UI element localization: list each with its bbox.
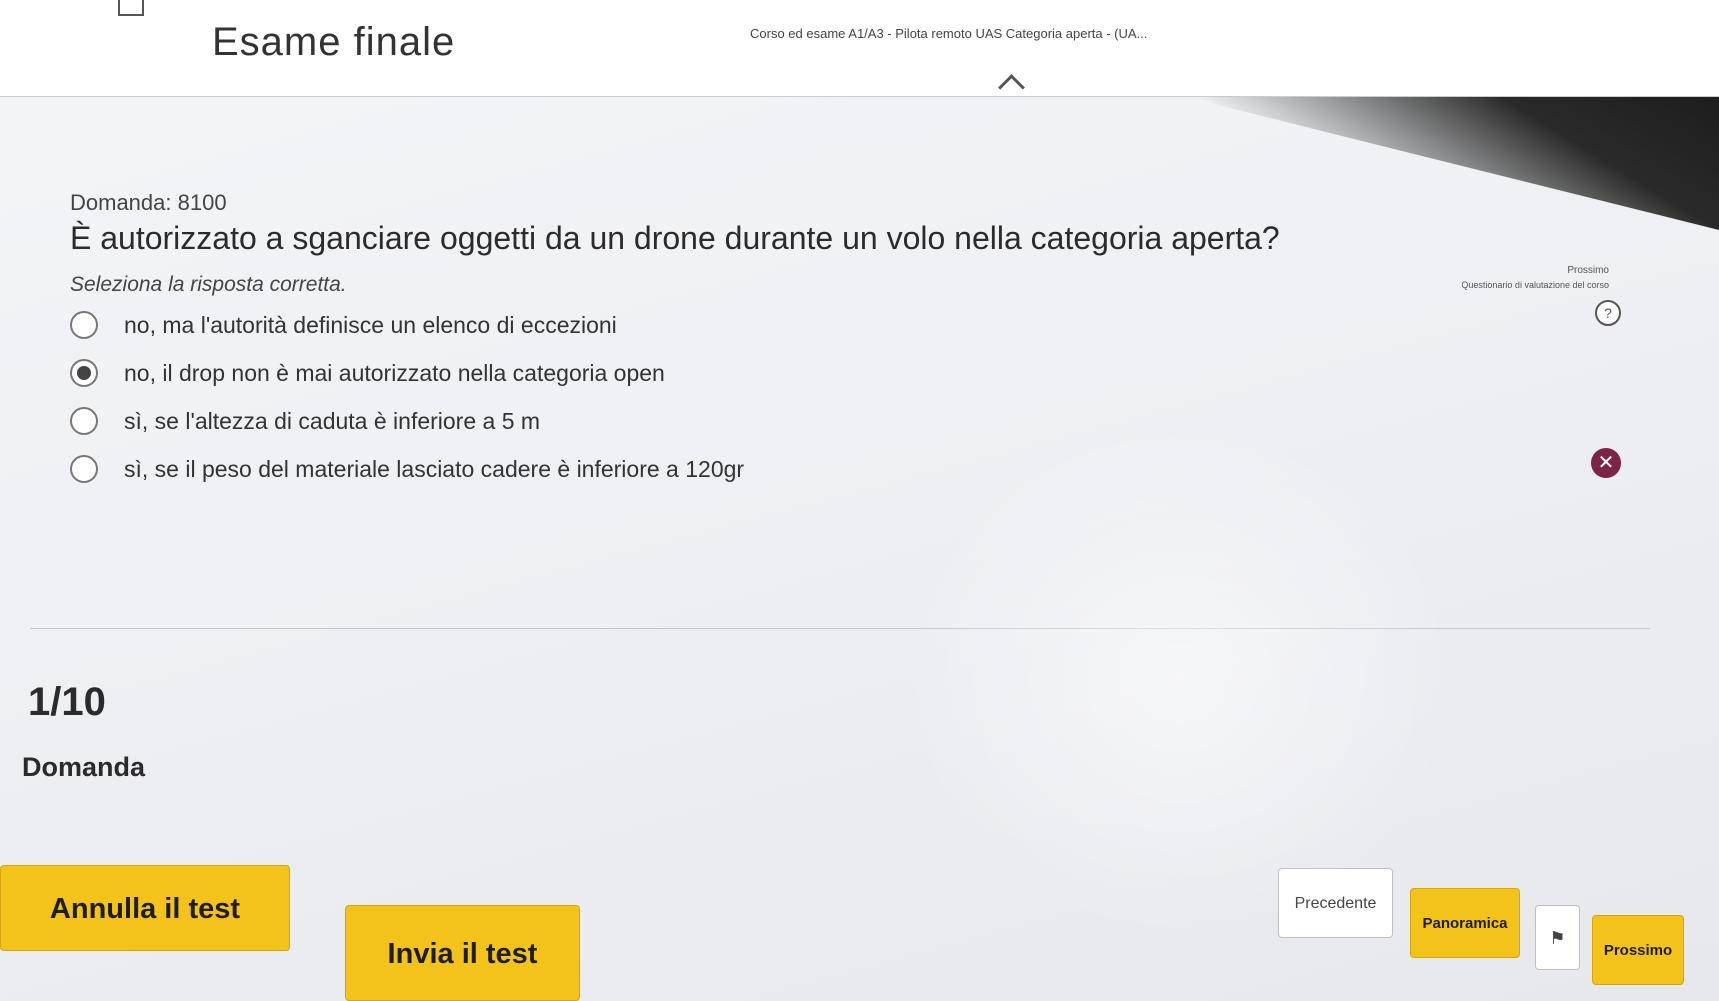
question-panel: Domanda: 8100 È autorizzato a sganciare … [70, 190, 1550, 503]
answer-label[interactable]: sì, se il peso del materiale lasciato ca… [124, 456, 744, 483]
question-number: Domanda: 8100 [70, 190, 227, 215]
answer-label[interactable]: sì, se l'altezza di caduta è inferiore a… [124, 408, 540, 435]
radio-button[interactable] [70, 407, 98, 435]
checkbox-icon [118, 0, 144, 16]
flag-icon[interactable]: ⚑ [1535, 905, 1580, 970]
overview-button[interactable]: Panoramica [1410, 888, 1520, 958]
radio-button[interactable] [70, 455, 98, 483]
answer-label[interactable]: no, il drop non è mai autorizzato nella … [124, 360, 665, 387]
answer-label[interactable]: no, ma l'autorità definisce un elenco di… [124, 312, 617, 339]
question-instruction: Seleziona la risposta corretta. [70, 273, 347, 296]
next-button[interactable]: Prossimo [1592, 915, 1684, 985]
chevron-up-icon[interactable] [998, 74, 1025, 101]
answer-option[interactable]: sì, se l'altezza di caduta è inferiore a… [70, 407, 1550, 435]
submit-test-button[interactable]: Invia il test [345, 905, 580, 1001]
question-text: È autorizzato a sganciare oggetti da un … [70, 220, 1280, 256]
progress-label: Domanda [22, 752, 146, 782]
page-title: Esame finale [212, 20, 456, 64]
radio-button[interactable] [70, 311, 98, 339]
course-breadcrumb[interactable]: Corso ed esame A1/A3 - Pilota remoto UAS… [750, 26, 1147, 41]
top-bar: Esame finale Corso ed esame A1/A3 - Pilo… [0, 0, 1719, 101]
exam-screen: Esame finale Corso ed esame A1/A3 - Pilo… [0, 0, 1719, 1001]
answer-option[interactable]: no, ma l'autorità definisce un elenco di… [70, 311, 1550, 339]
answer-option[interactable]: no, il drop non è mai autorizzato nella … [70, 359, 1550, 387]
answer-option[interactable]: sì, se il peso del materiale lasciato ca… [70, 455, 1550, 483]
question-progress: 1/10 [28, 680, 106, 724]
divider [30, 628, 1650, 629]
close-button[interactable]: ✕ [1591, 448, 1621, 478]
radio-button-selected[interactable] [70, 359, 98, 387]
previous-button[interactable]: Precedente [1278, 868, 1393, 938]
help-icon[interactable]: ? [1595, 300, 1621, 326]
cancel-test-button[interactable]: Annulla il test [0, 865, 290, 951]
